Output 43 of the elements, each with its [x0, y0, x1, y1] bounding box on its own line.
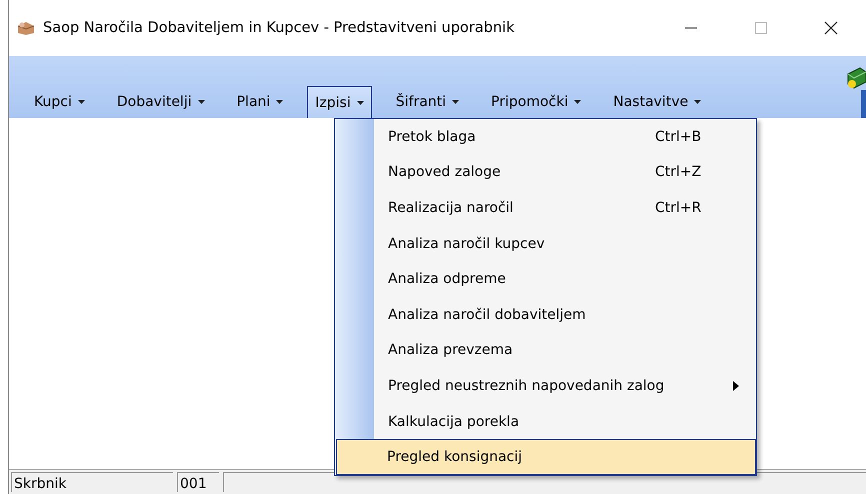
- shortcut-label: Ctrl+B: [655, 128, 702, 145]
- close-icon[interactable]: [824, 21, 838, 35]
- menu-item[interactable]: Pripomočki: [483, 86, 590, 118]
- caret-icon: [356, 100, 364, 104]
- option-label: Analiza naročil dobaviteljem: [388, 306, 587, 323]
- app-icon: [17, 20, 35, 36]
- menu-option[interactable]: Napoved zaloge Ctrl+Z: [374, 154, 756, 190]
- option-label: Napoved zaloge: [388, 164, 502, 180]
- option-label: Realizacija naročil: [388, 200, 514, 216]
- option-label: Pretok blaga: [388, 128, 477, 145]
- status-field: Skrbnik: [11, 472, 173, 492]
- menu-item[interactable]: Šifranti: [388, 86, 468, 118]
- caret-icon: [276, 100, 284, 104]
- option-label: Kalkulacija porekla: [388, 414, 520, 430]
- caret-icon: [574, 100, 582, 104]
- menu-option[interactable]: Realizacija naročil Ctrl+R: [374, 190, 756, 226]
- option-label: Pregled neustreznih napovedanih zalog: [388, 378, 666, 394]
- menu-option[interactable]: Pregled konsignacij: [336, 439, 756, 475]
- caret-icon: [78, 100, 85, 104]
- caret-icon: [198, 100, 205, 104]
- caret-icon: [694, 100, 702, 104]
- toolbar-edge: [861, 90, 866, 118]
- menu-option[interactable]: Analiza naročil dobaviteljem: [374, 296, 756, 333]
- option-label: Analiza odpreme: [388, 271, 507, 288]
- menu-item[interactable]: Kupci: [26, 86, 93, 118]
- menu-option[interactable]: Pretok blaga Ctrl+B: [374, 119, 756, 155]
- option-label: Pregled konsignacij: [387, 449, 524, 466]
- menu-option[interactable]: Kalkulacija porekla: [374, 404, 756, 440]
- menu-item[interactable]: Plani: [228, 86, 292, 118]
- window-title: Saop Naročila Dobaviteljem in Kupcev - Predstavitveni uporabnik: [43, 20, 516, 36]
- menu-item[interactable]: Nastavitve: [605, 86, 710, 118]
- menu-item[interactable]: Dobavitelji: [108, 86, 213, 118]
- status-field: 001: [177, 472, 219, 492]
- option-label: Analiza naročil kupcev: [388, 236, 546, 252]
- option-label: Analiza prevzema: [388, 342, 514, 358]
- menu-option[interactable]: Analiza naročil kupcev: [374, 226, 756, 262]
- menu-option[interactable]: Pregled neustreznih napovedanih zalog: [374, 368, 756, 404]
- shortcut-label: Ctrl+R: [655, 200, 702, 216]
- menu-option[interactable]: Analiza odpreme: [374, 261, 756, 297]
- menu-item[interactable]: Izpisi: [307, 86, 372, 118]
- menu-option[interactable]: Analiza prevzema: [374, 332, 756, 368]
- caret-icon: [452, 100, 460, 104]
- shortcut-label: Ctrl+Z: [655, 164, 702, 180]
